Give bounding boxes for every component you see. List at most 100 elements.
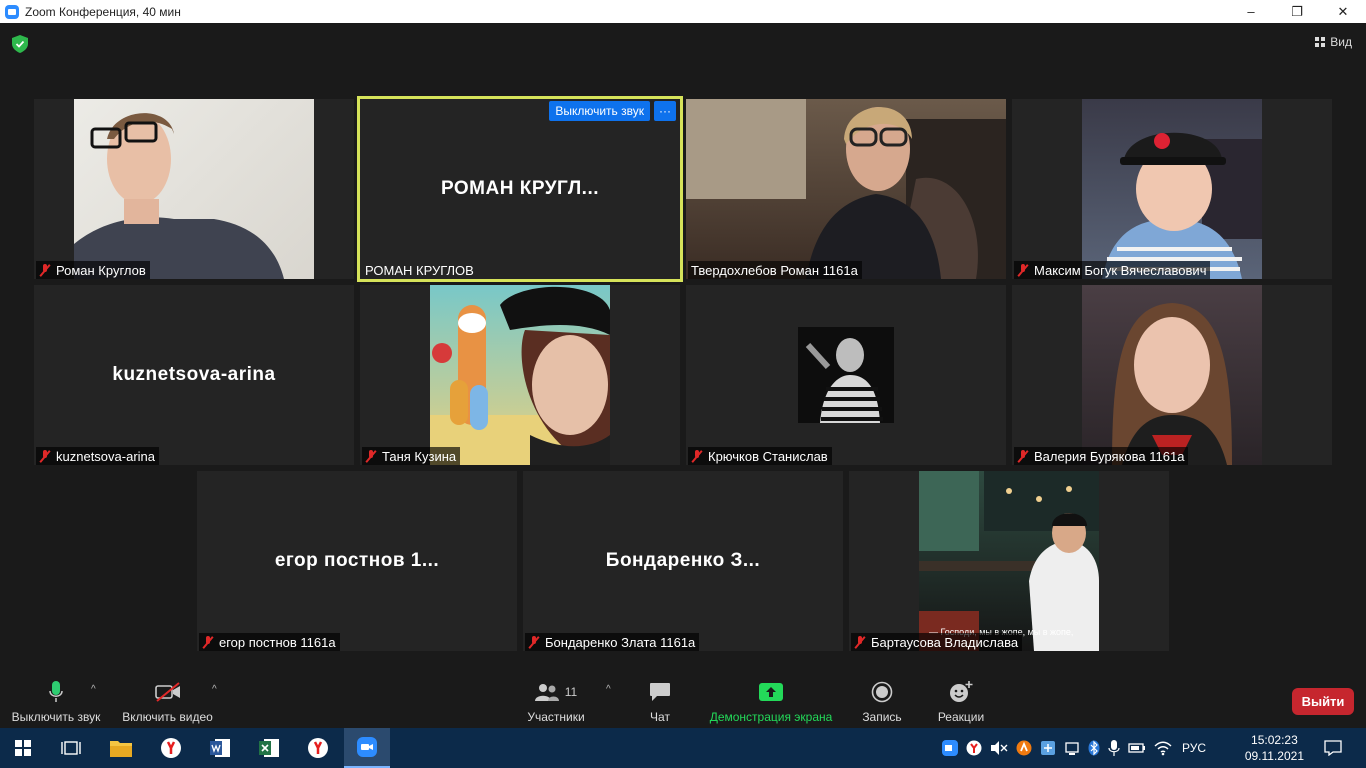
- zoom-app-icon: [5, 4, 19, 19]
- meeting-topbar: Вид: [0, 23, 1366, 65]
- video-tile[interactable]: Роман Круглов: [34, 99, 354, 279]
- mic-muted-icon: [1017, 449, 1029, 463]
- record-button[interactable]: Запись: [858, 680, 906, 724]
- video-tile[interactable]: егор постнов 1... егор постнов 1161а: [197, 471, 517, 651]
- participant-name-label: kuznetsova-arina: [36, 447, 159, 465]
- taskbar-yandex-browser[interactable]: [148, 728, 194, 768]
- video-off-icon: [154, 682, 180, 702]
- yandex-tray-icon[interactable]: [966, 740, 982, 756]
- task-view-icon: [61, 741, 81, 755]
- wifi-icon[interactable]: [1154, 740, 1172, 756]
- chat-icon: [650, 683, 670, 701]
- participant-name: Твердохлебов Роман 1161а: [691, 262, 858, 278]
- participant-name: Таня Кузина: [382, 448, 457, 464]
- view-label: Вид: [1330, 35, 1352, 49]
- taskbar-zoom[interactable]: [344, 728, 390, 768]
- reactions-label: Реакции: [937, 710, 985, 724]
- taskbar-explorer[interactable]: [98, 728, 144, 768]
- participant-name: егор постнов 1161а: [219, 634, 336, 650]
- audio-options-caret-icon[interactable]: ^: [91, 684, 96, 695]
- record-icon: [871, 681, 893, 703]
- clock-date: 09.11.2021: [1244, 749, 1304, 763]
- share-screen-button[interactable]: Демонстрация экрана: [704, 680, 838, 724]
- leave-meeting-button[interactable]: Выйти: [1292, 688, 1354, 715]
- participant-big-name: егор постнов 1...: [274, 550, 440, 571]
- clock-time: 15:02:23: [1251, 733, 1298, 747]
- zoom-icon: [357, 737, 377, 757]
- window-titlebar: Zoom Конференция, 40 мин – ❐ ✕: [0, 0, 1366, 23]
- yandex-browser-icon: [161, 738, 181, 758]
- participant-big-name: РОМАН КРУГЛ...: [440, 178, 600, 199]
- close-button[interactable]: ✕: [1320, 0, 1366, 23]
- video-tile[interactable]: — Господи, мы в жопе, мы в жопе, Бартаус…: [849, 471, 1169, 651]
- participant-name-label: Твердохлебов Роман 1161а: [688, 261, 862, 279]
- participant-name: Крючков Станислав: [708, 448, 828, 464]
- windows-start-button[interactable]: [0, 728, 46, 768]
- zoom-tray-icon[interactable]: [942, 740, 958, 756]
- participants-button[interactable]: 11 Участники: [524, 680, 588, 724]
- participant-name-label: Роман Круглов: [36, 261, 150, 279]
- video-label: Включить видео: [122, 710, 213, 724]
- mic-muted-icon: [202, 635, 214, 649]
- bluetooth-icon[interactable]: [1088, 740, 1100, 756]
- notifications-button[interactable]: [1310, 728, 1356, 768]
- maximize-button[interactable]: ❐: [1274, 0, 1320, 23]
- avast-icon[interactable]: [1016, 740, 1032, 756]
- battery-icon[interactable]: [1128, 740, 1146, 756]
- input-language-indicator[interactable]: РУС: [1182, 741, 1206, 755]
- notifications-icon: [1324, 740, 1342, 756]
- participant-name: РОМАН КРУГЛОВ: [365, 262, 474, 278]
- shield-icon[interactable]: [12, 35, 28, 53]
- windows-logo-icon: [15, 740, 31, 756]
- mute-button[interactable]: Выключить звук: [10, 680, 102, 724]
- mic-muted-icon: [365, 449, 377, 463]
- participant-name: Бартаусова Владислава: [871, 634, 1019, 650]
- mute-label: Выключить звук: [11, 710, 101, 724]
- video-options-caret-icon[interactable]: ^: [212, 684, 217, 695]
- video-tile[interactable]: kuznetsova-arina kuznetsova-arina: [34, 285, 354, 465]
- taskbar-yandex-browser-2[interactable]: [295, 728, 341, 768]
- mic-muted-icon: [39, 263, 51, 277]
- participant-video: [1082, 99, 1262, 279]
- participant-name: Бондаренко Злата 1161а: [545, 634, 696, 650]
- reactions-button[interactable]: Реакции: [934, 680, 988, 724]
- taskbar-excel[interactable]: [246, 728, 292, 768]
- reactions-icon: [950, 681, 973, 702]
- more-options-button[interactable]: ···: [654, 101, 676, 121]
- volume-muted-icon[interactable]: [990, 740, 1008, 756]
- taskbar-word[interactable]: [197, 728, 243, 768]
- device-icon[interactable]: [1064, 740, 1080, 756]
- participant-video: [430, 285, 610, 465]
- yandex-browser-icon: [308, 738, 328, 758]
- view-button[interactable]: Вид: [1315, 35, 1352, 49]
- participant-name: kuznetsova-arina: [56, 448, 155, 464]
- participant-video: [686, 99, 1006, 279]
- video-tile[interactable]: Крючков Станислав: [686, 285, 1006, 465]
- excel-icon: [259, 739, 279, 757]
- video-tile[interactable]: Бондаренко З... Бондаренко Злата 1161а: [523, 471, 843, 651]
- video-tile[interactable]: Твердохлебов Роман 1161а: [686, 99, 1006, 279]
- microphone-icon: [49, 681, 63, 702]
- network-app-icon[interactable]: [1040, 740, 1056, 756]
- task-view-button[interactable]: [48, 728, 94, 768]
- participant-big-name: kuznetsova-arina: [112, 364, 276, 385]
- chat-button[interactable]: Чат: [640, 680, 680, 724]
- participant-avatar: [798, 327, 894, 423]
- participant-name-label: Таня Кузина: [362, 447, 461, 465]
- taskbar-clock[interactable]: 15:02:23 09.11.2021: [1245, 732, 1304, 764]
- microphone-tray-icon[interactable]: [1108, 740, 1120, 756]
- unmute-participant-button[interactable]: Выключить звук: [549, 101, 650, 121]
- participants-options-caret-icon[interactable]: ^: [606, 684, 611, 695]
- grid-icon: [1315, 37, 1326, 47]
- start-video-button[interactable]: Включить видео: [120, 680, 215, 724]
- video-tile-active-speaker[interactable]: РОМАН КРУГЛ... Выключить звук ··· РОМАН …: [357, 96, 683, 282]
- minimize-button[interactable]: –: [1228, 0, 1274, 23]
- participant-name-label: Валерия Бурякова 1161а: [1014, 447, 1189, 465]
- participant-name-label: Бартаусова Владислава: [851, 633, 1023, 651]
- record-label: Запись: [862, 710, 902, 724]
- participant-video: [74, 99, 314, 279]
- video-tile[interactable]: Таня Кузина: [360, 285, 680, 465]
- video-tile[interactable]: Максим Богук Вячеславович: [1012, 99, 1332, 279]
- participant-name-label: егор постнов 1161а: [199, 633, 340, 651]
- video-tile[interactable]: Валерия Бурякова 1161а: [1012, 285, 1332, 465]
